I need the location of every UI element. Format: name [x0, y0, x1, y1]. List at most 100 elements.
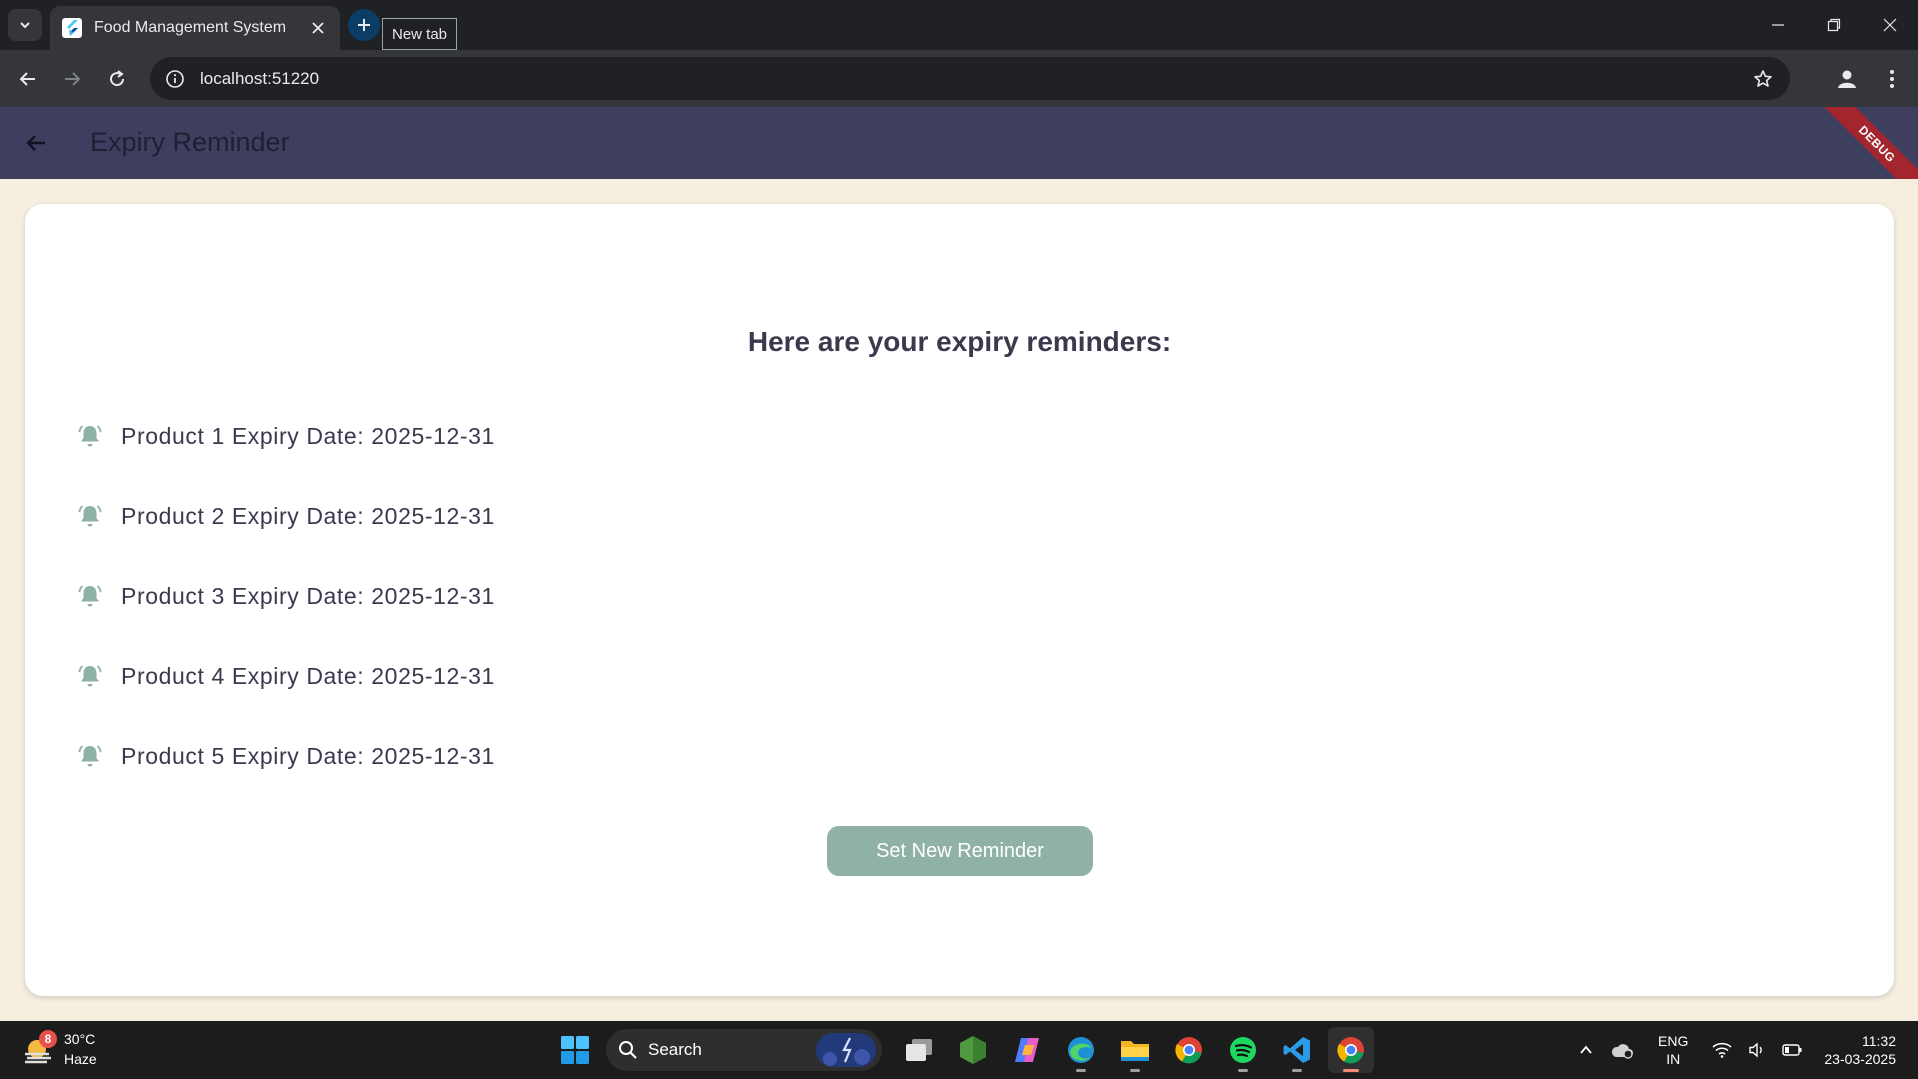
bell-icon	[77, 742, 103, 770]
cloud-icon	[1611, 1044, 1634, 1059]
taskbar-chrome[interactable]	[1166, 1027, 1212, 1073]
reminder-text: Product 4 Expiry Date: 2025-12-31	[121, 663, 495, 689]
spotify-icon	[1230, 1037, 1256, 1063]
weather-badge: 8	[39, 1030, 57, 1048]
start-button[interactable]	[552, 1027, 598, 1073]
folder-icon	[1121, 1041, 1149, 1061]
taskbar-vscode[interactable]	[1274, 1027, 1320, 1073]
taskbar-clock[interactable]: 11:32 23-03-2025	[1824, 1032, 1896, 1068]
bell-icon	[77, 582, 103, 610]
tab-search-button[interactable]	[8, 9, 42, 41]
arrow-left-icon	[26, 135, 45, 151]
search-icon	[619, 1041, 637, 1059]
new-tab-tooltip: New tab	[382, 18, 458, 50]
weather-widget[interactable]: 8 30°C Haze	[22, 1029, 97, 1069]
running-indicator	[1292, 1069, 1302, 1072]
reminder-text: Product 5 Expiry Date: 2025-12-31	[121, 743, 495, 769]
weather-desc: Haze	[64, 1051, 97, 1067]
list-item: Product 4 Expiry Date: 2025-12-31	[77, 662, 495, 742]
onedrive-tray-button[interactable]	[1610, 1041, 1634, 1059]
reminder-list: Product 1 Expiry Date: 2025-12-31 Produc…	[77, 422, 495, 822]
profile-icon	[1838, 70, 1856, 88]
close-icon	[312, 22, 324, 34]
running-indicator	[1238, 1069, 1248, 1072]
taskbar-search[interactable]: Search	[606, 1029, 882, 1071]
reload-button[interactable]	[101, 63, 133, 95]
profile-button[interactable]	[1831, 63, 1863, 95]
bell-icon	[77, 502, 103, 530]
taskbar-nodejs[interactable]	[950, 1027, 996, 1073]
reminder-text: Product 2 Expiry Date: 2025-12-31	[121, 503, 495, 529]
address-url[interactable]: localhost:51220	[200, 69, 1750, 89]
star-icon	[1754, 69, 1772, 87]
tab-close-button[interactable]	[308, 18, 328, 38]
running-indicator	[1076, 1069, 1086, 1072]
weather-haze-icon: 8	[22, 1030, 57, 1066]
plus-icon	[358, 19, 370, 31]
running-indicator	[1343, 1069, 1359, 1072]
list-item: Product 1 Expiry Date: 2025-12-31	[77, 422, 495, 502]
reminder-text: Product 1 Expiry Date: 2025-12-31	[121, 423, 495, 449]
taskbar-task-view[interactable]	[896, 1027, 942, 1073]
search-highlight-image	[816, 1033, 876, 1067]
battery-icon	[1782, 1044, 1802, 1056]
taskbar-chrome-active[interactable]	[1328, 1027, 1374, 1073]
browser-tabstrip: Food Management System New tab	[0, 0, 1918, 50]
restore-button[interactable]	[1806, 0, 1862, 50]
taskbar-file-explorer[interactable]	[1112, 1027, 1158, 1073]
chevron-down-icon	[20, 22, 30, 29]
running-indicator	[1130, 1069, 1140, 1072]
input-language-indicator[interactable]: ENG IN	[1658, 1032, 1688, 1068]
back-nav-button[interactable]	[12, 63, 44, 95]
taskbar-spotify[interactable]	[1220, 1027, 1266, 1073]
new-tab-button[interactable]	[348, 9, 380, 41]
kebab-menu-icon	[1890, 70, 1894, 88]
vscode-icon	[1283, 1037, 1310, 1063]
browser-tab-active[interactable]: Food Management System	[50, 6, 340, 50]
clock-date: 23-03-2025	[1824, 1051, 1896, 1067]
clock-time: 11:32	[1862, 1033, 1896, 1049]
wifi-icon	[1712, 1042, 1732, 1058]
minimize-button[interactable]	[1750, 0, 1806, 50]
nodejs-hex-icon	[960, 1036, 986, 1064]
edge-icon	[1068, 1037, 1094, 1063]
address-bar[interactable]: localhost:51220	[150, 57, 1790, 100]
volume-icon	[1749, 1042, 1763, 1058]
taskbar-apps: Search	[552, 1027, 1378, 1073]
app-back-button[interactable]	[18, 125, 54, 161]
browser-toolbar: localhost:51220	[0, 50, 1918, 107]
chrome-icon	[1175, 1037, 1202, 1064]
window-controls	[1750, 0, 1918, 50]
reload-icon	[110, 70, 125, 87]
show-hidden-icons-button[interactable]	[1578, 1042, 1594, 1058]
reminder-text: Product 3 Expiry Date: 2025-12-31	[121, 583, 495, 609]
task-view-icon	[906, 1039, 932, 1061]
restore-icon	[1827, 18, 1841, 32]
arrow-left-icon	[19, 72, 35, 86]
network-button[interactable]	[1712, 1042, 1732, 1058]
tab-title: Food Management System	[94, 19, 287, 36]
battery-button[interactable]	[1782, 1043, 1802, 1057]
close-icon	[1883, 18, 1897, 32]
windows-taskbar: 8 30°C Haze Search ENG IN 11:32 23-03-20…	[0, 1021, 1918, 1079]
volume-button[interactable]	[1748, 1042, 1766, 1058]
reminders-card: Here are your expiry reminders: Product …	[25, 204, 1894, 996]
set-new-reminder-button[interactable]: Set New Reminder	[827, 826, 1093, 876]
minimize-icon	[1772, 24, 1784, 26]
taskbar-edge[interactable]	[1058, 1027, 1104, 1073]
debug-banner: DEBUG	[1816, 107, 1918, 179]
taskbar-copilot[interactable]	[1004, 1027, 1050, 1073]
bell-icon	[77, 422, 103, 450]
reminders-heading: Here are your expiry reminders:	[747, 326, 1172, 357]
copilot-icon	[1015, 1038, 1039, 1062]
app-bar: Expiry Reminder DEBUG	[0, 107, 1918, 179]
site-info-icon[interactable]	[164, 68, 186, 90]
weather-temp: 30°C	[64, 1031, 96, 1047]
chrome-icon	[1337, 1037, 1364, 1064]
system-tray: ENG IN 11:32 23-03-2025	[1570, 1021, 1918, 1079]
list-item: Product 5 Expiry Date: 2025-12-31	[77, 742, 495, 822]
forward-nav-button[interactable]	[56, 63, 88, 95]
bookmark-star-button[interactable]	[1750, 66, 1776, 92]
browser-menu-button[interactable]	[1876, 63, 1908, 95]
close-window-button[interactable]	[1862, 0, 1918, 50]
